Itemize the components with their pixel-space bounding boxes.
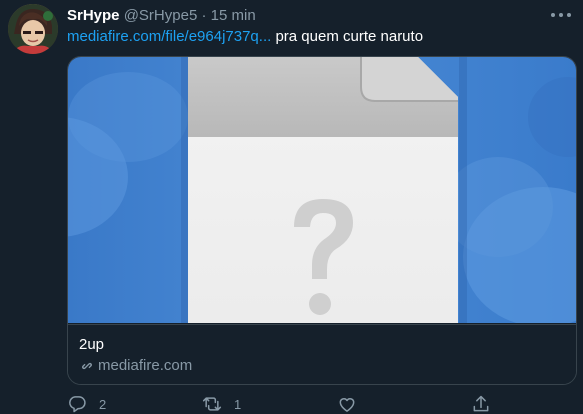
tweet-header: SrHype @SrHype5 · 15 min	[67, 6, 256, 26]
handle[interactable]: @SrHype5	[124, 7, 198, 24]
avatar-image	[8, 4, 58, 54]
card-title: 2up	[79, 336, 105, 353]
share-button[interactable]	[471, 394, 491, 414]
share-icon	[473, 395, 489, 412]
display-name[interactable]: SrHype	[67, 7, 120, 24]
tweet-actions: 2 1	[67, 394, 575, 414]
link-icon	[82, 362, 92, 370]
like-button[interactable]	[337, 394, 357, 414]
tweet-text: mediafire.com/file/e964j737q... pra quem…	[67, 27, 423, 47]
more-icon[interactable]	[551, 8, 571, 22]
retweet-button[interactable]: 1	[202, 394, 241, 414]
retweet-count: 1	[234, 396, 242, 412]
card-image	[68, 57, 576, 323]
tweet-link[interactable]: mediafire.com/file/e964j737q...	[67, 28, 271, 45]
tweet-body: pra quem curte naruto	[275, 28, 424, 45]
like-icon	[339, 398, 355, 412]
timestamp[interactable]: 15 min	[211, 7, 256, 24]
reply-icon	[69, 396, 86, 413]
retweet-icon	[202, 397, 222, 411]
file-question-icon	[68, 57, 576, 323]
link-card[interactable]: 2up mediafire.com	[67, 56, 577, 385]
reply-count: 2	[99, 396, 107, 412]
avatar[interactable]	[8, 4, 58, 54]
card-domain: mediafire.com	[79, 357, 192, 375]
separator-dot: ·	[201, 7, 207, 24]
card-info: 2up mediafire.com	[68, 324, 576, 384]
tweet[interactable]: SrHype @SrHype5 · 15 min mediafire.com/f…	[0, 0, 583, 414]
reply-button[interactable]: 2	[67, 394, 106, 414]
card-domain-text: mediafire.com	[98, 357, 193, 374]
